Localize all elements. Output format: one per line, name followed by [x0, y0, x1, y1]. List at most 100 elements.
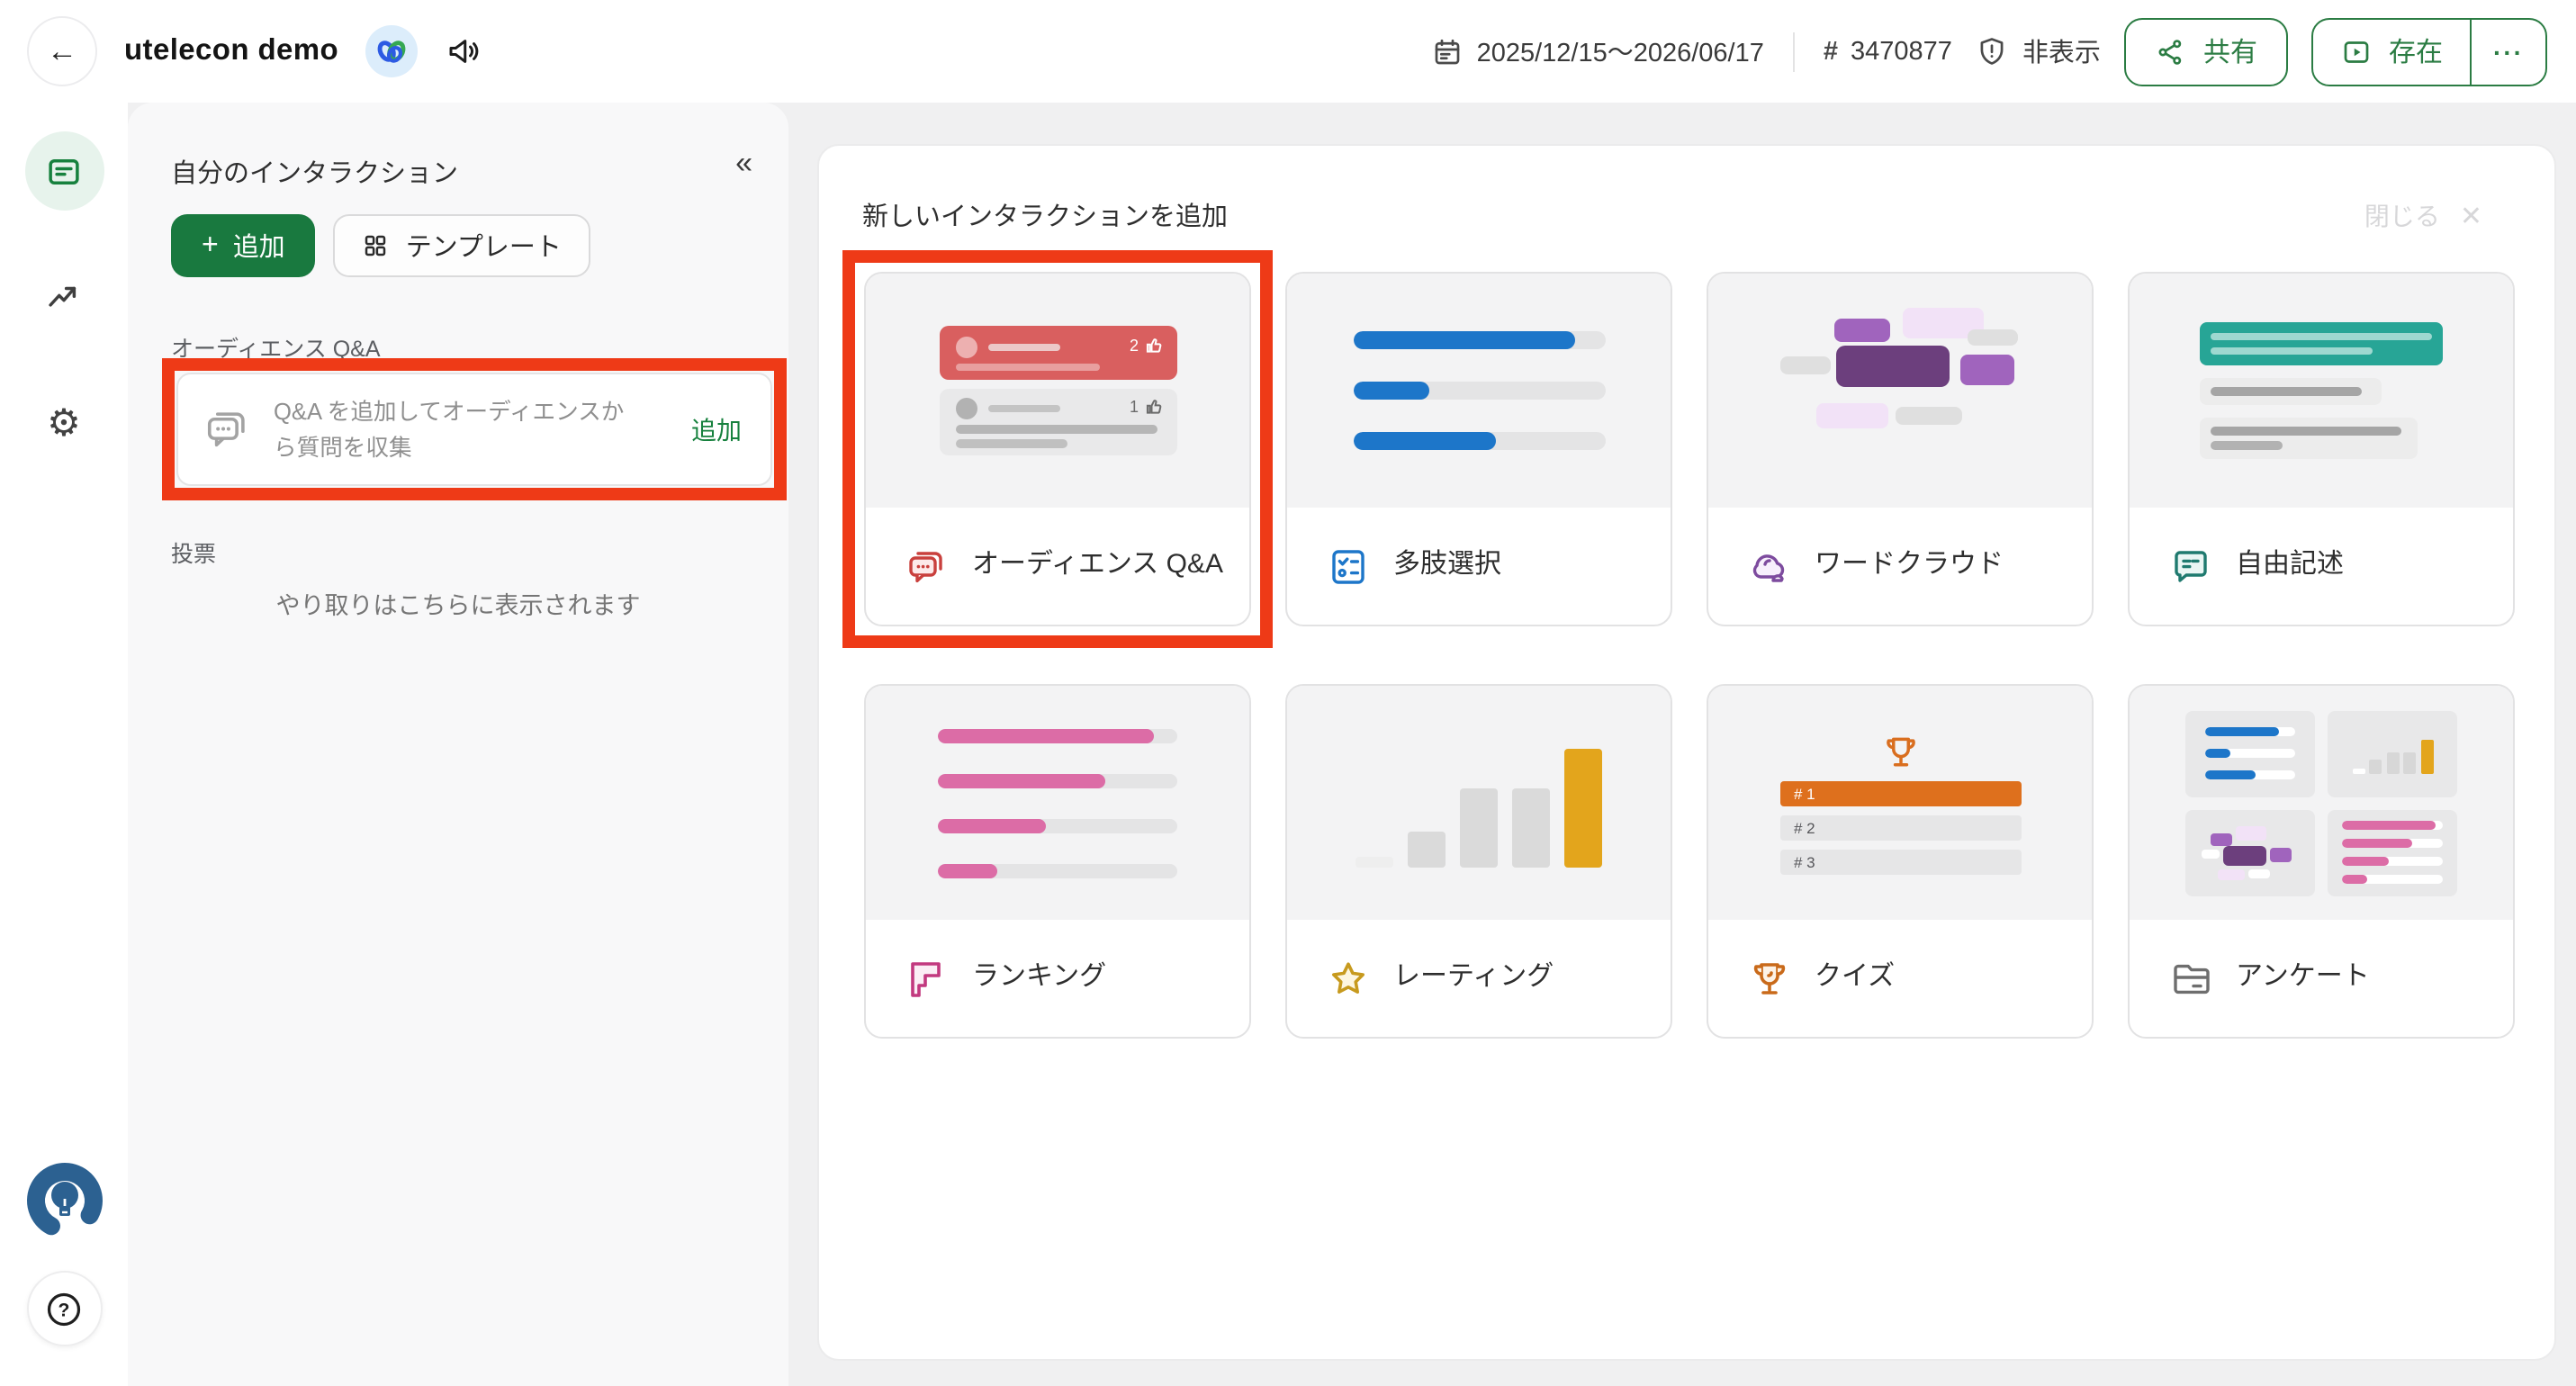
qa-add-link[interactable]: 追加 [691, 411, 742, 447]
quiz-rank-2: # 2 [1779, 814, 2021, 840]
svg-text:?: ? [59, 1300, 70, 1320]
trophy-icon [1748, 957, 1791, 1000]
word-cloud-illustration [1708, 274, 2092, 508]
cloud-icon [1748, 544, 1791, 588]
back-button[interactable]: ← [27, 16, 97, 86]
empty-state-text: やり取りはこちらに表示されます [128, 585, 788, 621]
share-icon [2155, 35, 2187, 68]
sidebar-item-analytics[interactable] [24, 257, 104, 337]
date-range: 2025/12/15～2026/06/17 [1477, 32, 1764, 70]
interactions-icon [45, 152, 83, 190]
present-label: 存在 [2389, 32, 2443, 70]
lightbulb-logo-icon [23, 1159, 105, 1242]
calendar-icon [1432, 35, 1464, 68]
open-text-illustration [2130, 274, 2513, 508]
qa-prompt-text: Q&A を追加してオーディエンスから質問を収集 [274, 393, 630, 464]
qa-card-illustration: 2 1 [866, 274, 1249, 508]
survey-illustration [2130, 686, 2513, 920]
card-label-rating: レーティング [1393, 960, 1554, 997]
more-icon: ··· [2493, 37, 2524, 66]
trophy-icon [1880, 732, 1920, 771]
card-label-survey: アンケート [2236, 960, 2370, 997]
event-code-group: # 3470877 [1824, 37, 1952, 66]
help-button[interactable]: ? [26, 1271, 102, 1346]
divider [1793, 32, 1795, 71]
shield-alert-icon [1976, 34, 2010, 68]
speaker-icon[interactable] [445, 32, 482, 70]
close-icon: ✕ [2460, 200, 2482, 232]
webex-badge[interactable] [365, 25, 418, 77]
add-interaction-panel: 新しいインタラクションを追加 閉じる ✕ 2 [817, 144, 2556, 1361]
hash-icon: # [1824, 37, 1838, 66]
page-title: utelecon demo [124, 34, 338, 68]
back-arrow-icon: ← [47, 33, 77, 69]
webex-logo-icon [374, 34, 409, 68]
present-icon [2340, 35, 2373, 68]
grid-icon [363, 232, 390, 259]
main-heading: 新しいインタラクションを追加 [862, 196, 1228, 234]
ranking-steps-icon [905, 957, 949, 1000]
share-button[interactable]: 共有 [2124, 17, 2288, 86]
card-label-word-cloud: ワードクラウド [1815, 548, 2004, 585]
card-multiple-choice[interactable]: 多肢選択 [1285, 272, 1672, 626]
more-options-button[interactable]: ··· [2470, 19, 2545, 84]
question-mark-icon: ? [43, 1288, 85, 1329]
card-label-ranking: ランキング [972, 960, 1106, 997]
add-button-label: 追加 [233, 227, 285, 265]
sidebar-item-interactions[interactable] [24, 131, 104, 211]
panel-heading: 自分のインタラクション [171, 153, 458, 191]
chevron-double-left-icon: « [735, 146, 752, 180]
close-label: 閉じる [2364, 198, 2440, 234]
date-range-group: 2025/12/15～2026/06/17 [1432, 32, 1764, 70]
share-label: 共有 [2203, 32, 2257, 70]
checklist-icon [1327, 544, 1370, 588]
trend-icon [45, 278, 83, 316]
present-split-button: 存在 ··· [2311, 17, 2547, 86]
top-header: ← utelecon demo 2025/12/15～ [0, 0, 2576, 103]
qa-chat-icon [905, 544, 949, 588]
templates-button-label: テンプレート [406, 227, 562, 265]
utelecon-logo [23, 1159, 105, 1242]
gear-icon: ⚙ [47, 404, 81, 442]
card-word-cloud[interactable]: ワードクラウド [1707, 272, 2094, 626]
close-button[interactable]: 閉じる ✕ [2364, 198, 2482, 234]
rating-illustration [1287, 686, 1671, 920]
add-button[interactable]: + 追加 [171, 214, 316, 277]
qa-prompt-card[interactable]: Q&A を追加してオーディエンスから質問を収集 追加 [176, 373, 772, 486]
quiz-rank-1: # 1 [1779, 780, 2021, 806]
my-interactions-panel: 自分のインタラクション « + 追加 テンプレート オーディエンス Q&A [128, 103, 788, 1386]
polls-section-label: 投票 [171, 535, 216, 569]
text-bubble-icon [2169, 544, 2212, 588]
thumbs-up-icon [1144, 398, 1162, 416]
templates-button[interactable]: テンプレート [334, 214, 590, 277]
ranking-illustration [866, 686, 1249, 920]
card-survey[interactable]: アンケート [2128, 684, 2515, 1039]
card-label-multiple-choice: 多肢選択 [1393, 548, 1501, 585]
event-code: 3470877 [1851, 37, 1952, 66]
hidden-toggle[interactable]: 非表示 [1976, 32, 2101, 70]
card-rating[interactable]: レーティング [1285, 684, 1672, 1039]
interaction-card-grid: 2 1 [864, 272, 2515, 1039]
star-icon [1327, 957, 1370, 1000]
card-quiz[interactable]: # 1 # 2 # 3 クイズ [1707, 684, 2094, 1039]
left-icon-rail: ⚙ ? [0, 103, 128, 1386]
quiz-rank-3: # 3 [1779, 849, 2021, 874]
sidebar-item-settings[interactable]: ⚙ [24, 383, 104, 463]
present-button[interactable]: 存在 [2313, 19, 2470, 84]
thumbs-up-icon [1144, 337, 1162, 355]
card-audience-qa[interactable]: 2 1 [864, 272, 1251, 626]
multiple-choice-illustration [1287, 274, 1671, 508]
card-label-quiz: クイズ [1815, 960, 1895, 997]
card-ranking[interactable]: ランキング [864, 684, 1251, 1039]
chat-bubbles-icon [203, 405, 252, 454]
collapse-panel-button[interactable]: « [735, 146, 752, 182]
folder-icon [2169, 957, 2212, 1000]
hidden-label: 非表示 [2022, 32, 2101, 70]
quiz-illustration: # 1 # 2 # 3 [1708, 686, 2092, 920]
app-window: ⚙ ? ← utelecon demo [0, 0, 2576, 1386]
annotation-box-qa-prompt: Q&A を追加してオーディエンスから質問を収集 追加 [162, 358, 787, 500]
plus-icon: + [202, 230, 219, 262]
card-label-audience-qa: オーディエンス Q&A [972, 548, 1223, 585]
card-open-text[interactable]: 自由記述 [2128, 272, 2515, 626]
card-label-open-text: 自由記述 [2236, 548, 2344, 585]
